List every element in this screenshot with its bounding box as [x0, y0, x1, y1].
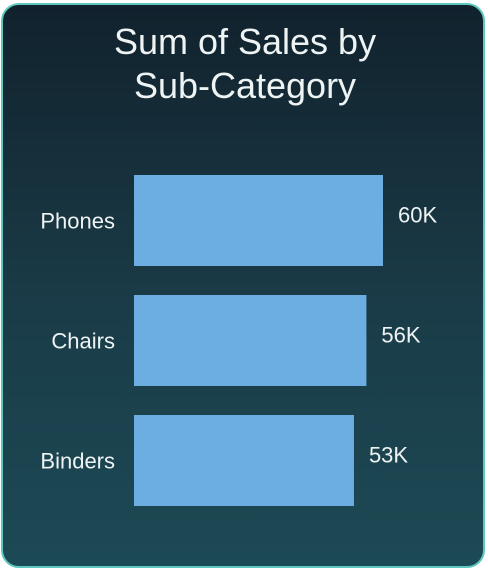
chart-card: Sum of Sales by Sub-Category Phones 60K Ch…	[1, 3, 485, 568]
category-label-phones: Phones	[40, 209, 115, 234]
bar-binders[interactable]	[134, 415, 354, 506]
category-label-binders: Binders	[40, 449, 115, 474]
value-label-chairs: 56K	[381, 323, 420, 348]
bar-chairs[interactable]	[134, 295, 367, 386]
bar-phones[interactable]	[134, 175, 383, 266]
bar-chart: Phones 60K Chairs 56K Binders 53K	[40, 175, 437, 506]
value-label-binders: 53K	[369, 443, 408, 468]
category-label-chairs: Chairs	[51, 329, 115, 354]
value-label-phones: 60K	[398, 203, 437, 228]
